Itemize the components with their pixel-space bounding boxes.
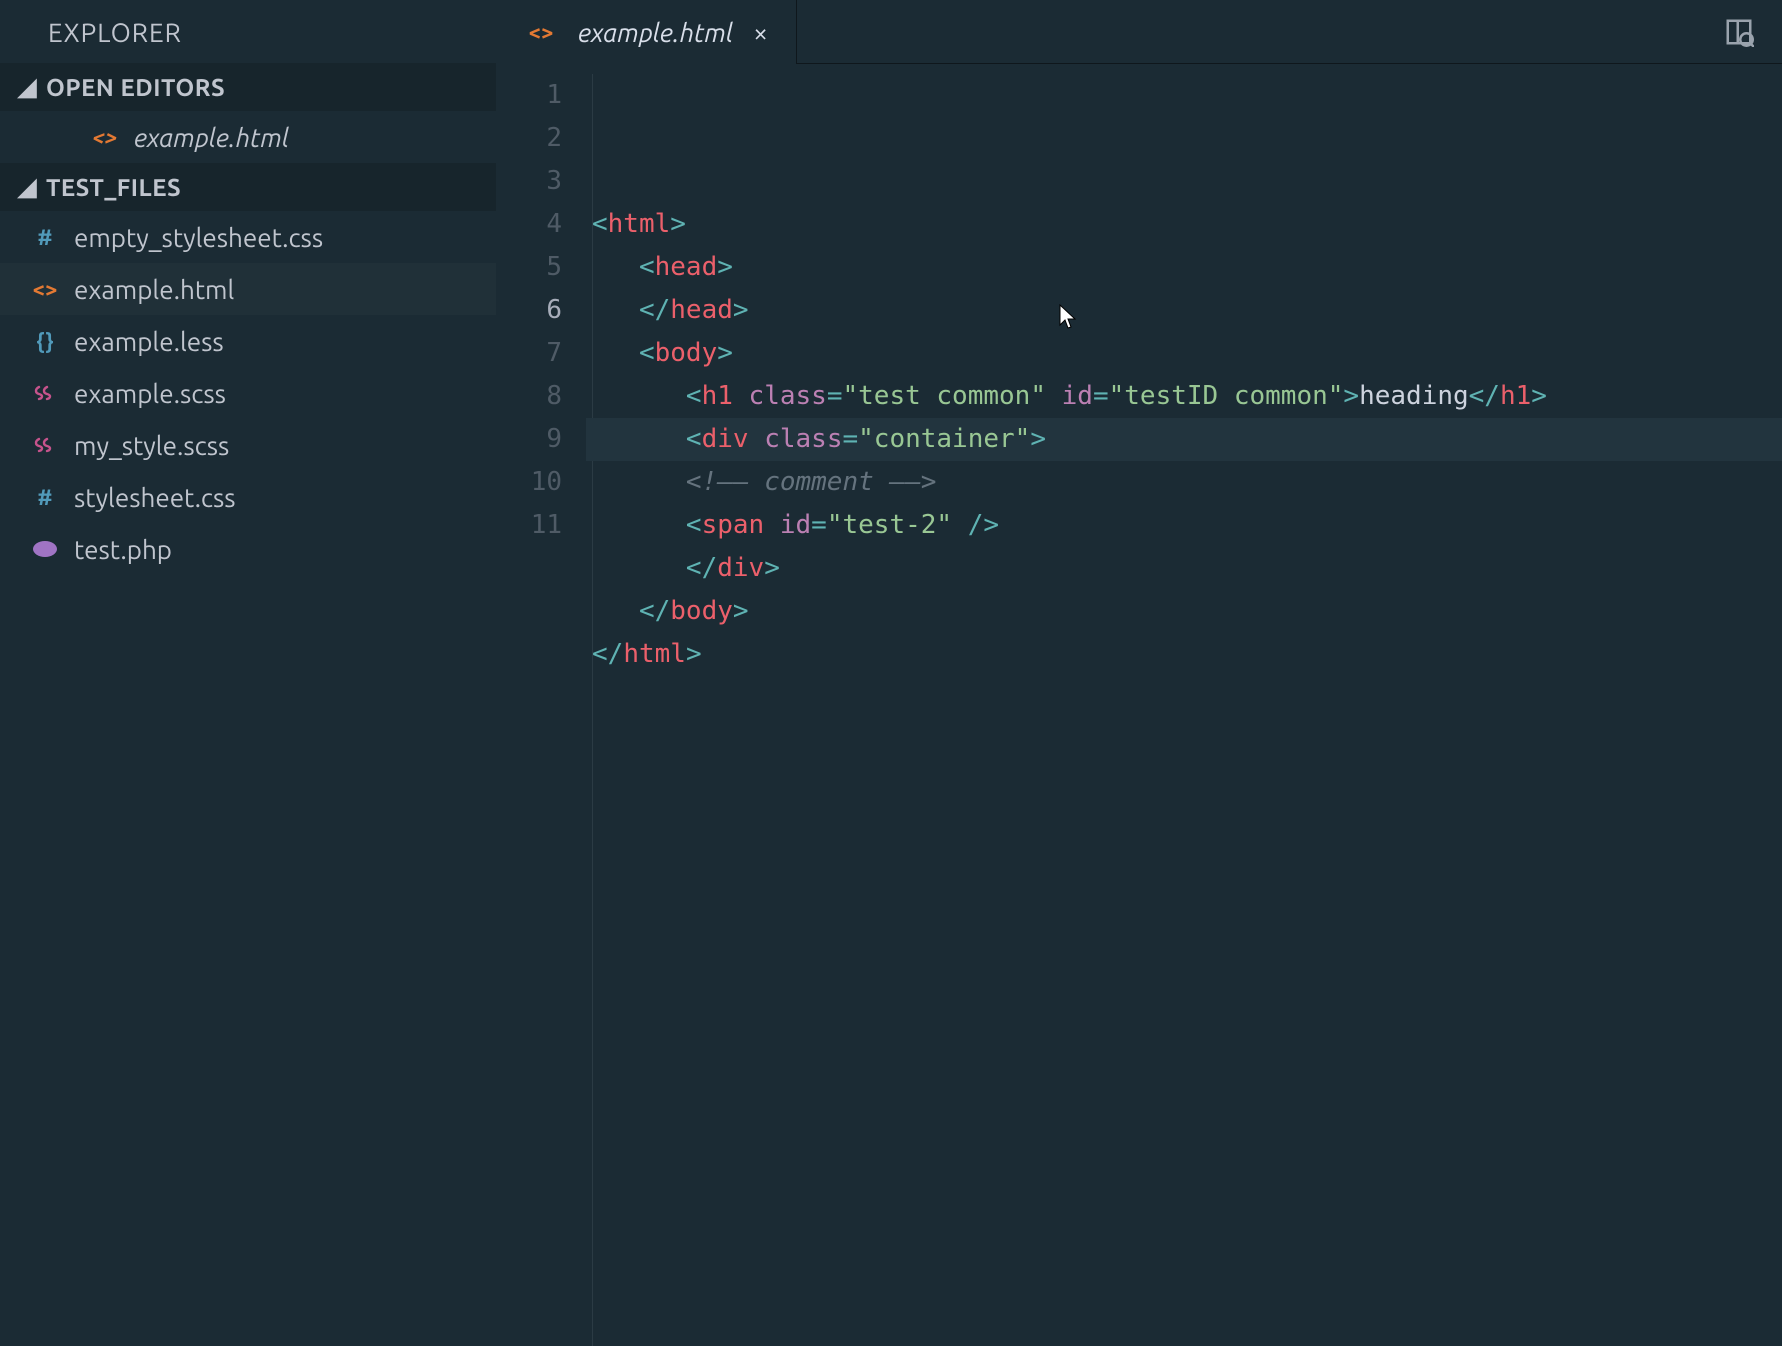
tab-label: example.html [578,18,733,47]
code-line[interactable]: <span id="test-2" /> [586,504,1782,547]
code-line[interactable]: </div> [586,547,1782,590]
file-tree-item[interactable]: {} example.less [0,315,496,367]
line-number: 6 [496,289,562,332]
code-line[interactable]: <div class="container"> [586,418,1782,461]
code-line[interactable]: <h1 class="test common" id="testID commo… [586,375,1782,418]
chevron-down-icon: ◢ [18,73,40,101]
line-number: 11 [496,504,562,547]
file-tree-item[interactable]: <> example.html [0,263,496,315]
close-icon[interactable]: × [747,18,774,47]
file-label: my_style.scss [74,431,229,460]
explorer-title: EXPLORER [0,0,496,63]
folder-header[interactable]: ◢ TEST_FILES [0,163,496,211]
scss-icon [30,433,60,457]
html-icon: <> [30,277,60,302]
explorer-sidebar: EXPLORER ◢ OPEN EDITORS <> example.html … [0,0,496,1346]
open-editor-item[interactable]: <> example.html [0,111,496,163]
folder-label: TEST_FILES [46,174,181,201]
line-number: 3 [496,160,562,203]
open-editors-label: OPEN EDITORS [46,74,225,101]
code-line[interactable]: </html> [586,633,1782,676]
html-icon: <> [526,20,556,45]
file-label: example.scss [74,379,226,408]
line-number: 1 [496,74,562,117]
file-tree-item[interactable]: my_style.scss [0,419,496,471]
file-tree-item[interactable]: example.scss [0,367,496,419]
line-number: 4 [496,203,562,246]
tabbar-actions [1724,0,1782,64]
php-icon [30,539,60,559]
file-tree-item[interactable]: # empty_stylesheet.css [0,211,496,263]
line-number: 9 [496,418,562,461]
line-number: 2 [496,117,562,160]
file-label: stylesheet.css [74,483,236,512]
file-label: example.html [74,275,234,304]
line-number: 5 [496,246,562,289]
line-number: 7 [496,332,562,375]
tabbar-spacer [797,0,1724,64]
code-area[interactable]: 1234567891011 <html> <head> </head> <bod… [496,64,1782,1346]
file-label: empty_stylesheet.css [74,223,323,252]
code-content[interactable]: <html> <head> </head> <body> <h1 class="… [586,74,1782,1346]
code-line[interactable]: </head> [586,289,1782,332]
code-line[interactable]: <body> [586,332,1782,375]
less-icon: {} [30,329,60,354]
code-line[interactable]: <html> [586,203,1782,246]
split-editor-icon[interactable] [1724,17,1754,47]
file-tree-item[interactable]: # stylesheet.css [0,471,496,523]
mouse-cursor-icon [1058,302,1078,345]
css-icon: # [30,225,60,250]
tab-bar: <> example.html × [496,0,1782,64]
open-editor-label: example.html [134,123,289,152]
chevron-down-icon: ◢ [18,173,40,201]
editor-pane: <> example.html × 1234567891011 <html> <… [496,0,1782,1346]
code-line[interactable]: <head> [586,246,1782,289]
file-label: test.php [74,535,172,564]
html-icon: <> [90,125,120,150]
code-line[interactable]: </body> [586,590,1782,633]
open-editors-header[interactable]: ◢ OPEN EDITORS [0,63,496,111]
line-number: 8 [496,375,562,418]
line-number: 10 [496,461,562,504]
line-number-gutter: 1234567891011 [496,74,586,1346]
file-tree: # empty_stylesheet.css <> example.html {} exa… [0,211,496,575]
code-line[interactable]: <!—— comment ——> [586,461,1782,504]
file-tree-item[interactable]: test.php [0,523,496,575]
tab-example-html[interactable]: <> example.html × [496,0,797,64]
file-label: example.less [74,327,224,356]
scss-icon [30,381,60,405]
css-icon: # [30,485,60,510]
